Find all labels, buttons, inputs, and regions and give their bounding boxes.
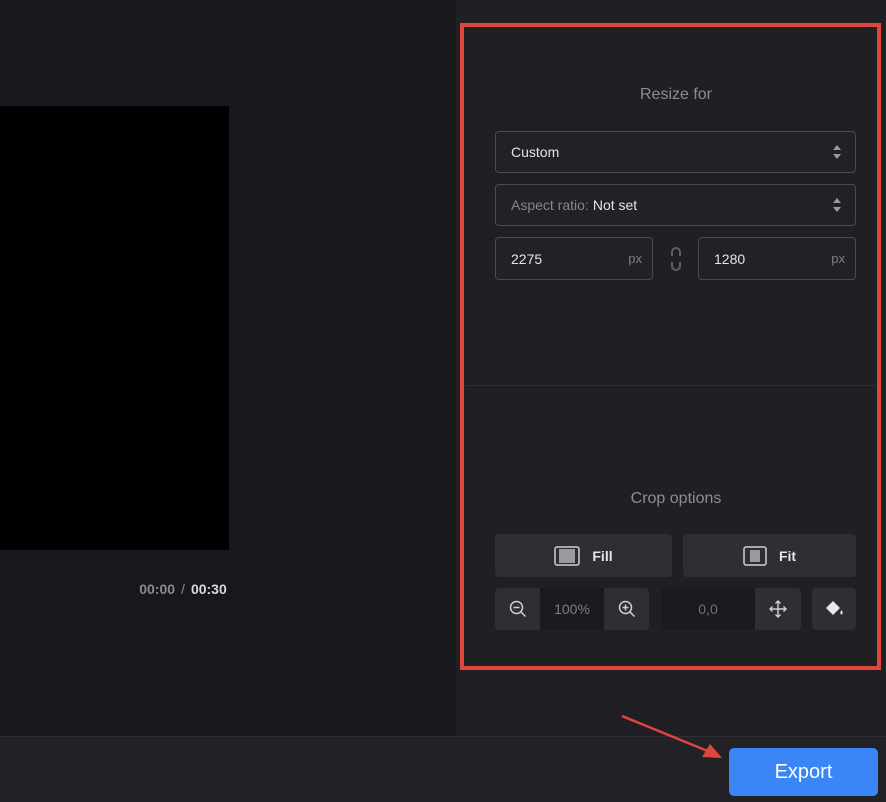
total-time: 00:30 — [190, 581, 227, 597]
current-time: 00:00 — [139, 581, 176, 597]
timecode: 00:00 / 00:30 — [0, 581, 456, 597]
pointer-arrow-icon — [621, 714, 722, 758]
export-button[interactable]: Export — [729, 748, 878, 796]
highlight-box — [460, 23, 881, 670]
video-preview[interactable] — [0, 106, 229, 550]
preview-area: 00:00 / 00:30 — [0, 0, 456, 736]
time-separator: / — [181, 581, 185, 597]
editor-window: 00:00/00:30 Resize for Custom Aspect rat… — [0, 0, 886, 802]
